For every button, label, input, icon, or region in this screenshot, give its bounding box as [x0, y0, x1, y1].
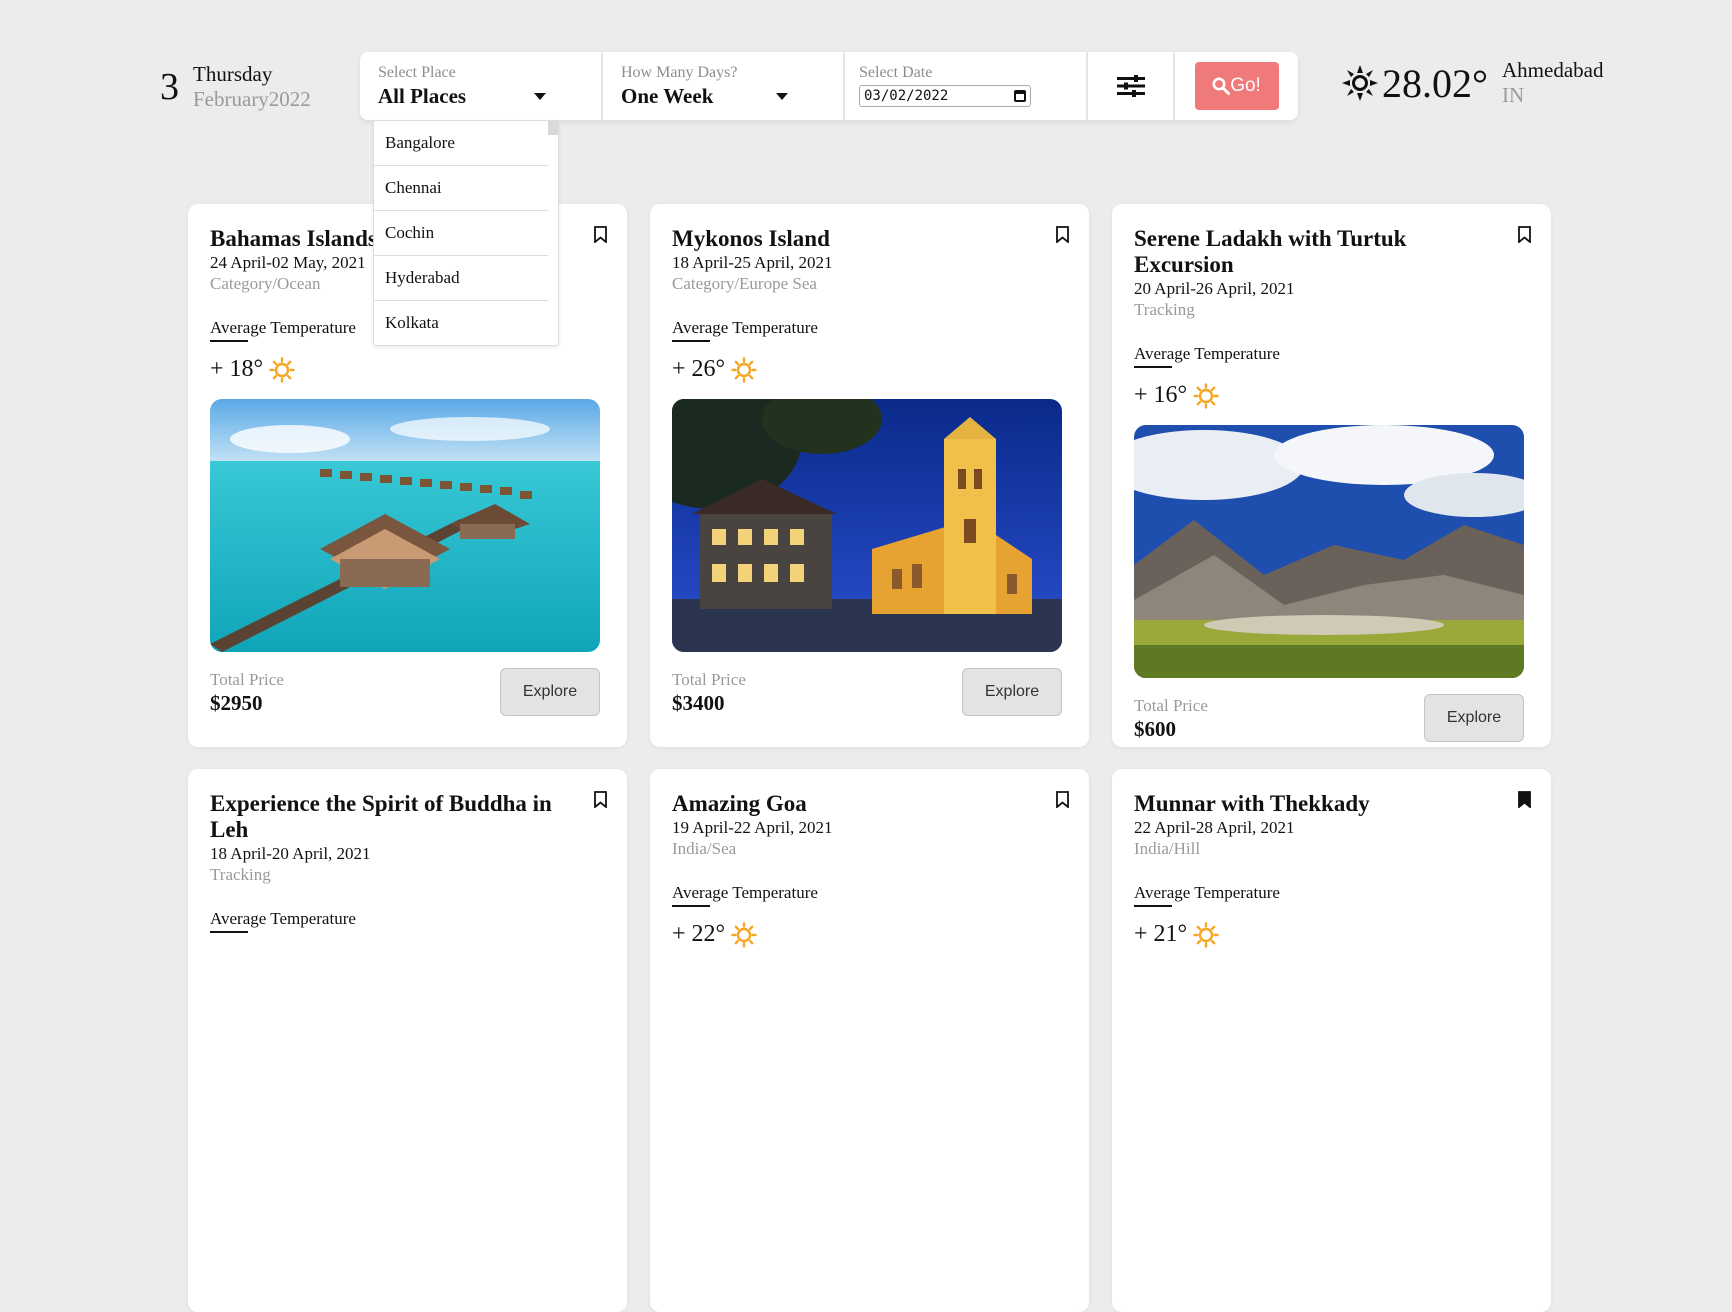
- trip-title: Serene Ladakh with Turtuk Excursion: [1134, 226, 1407, 277]
- place-select-label: Select Place: [378, 64, 456, 81]
- sun-icon: [1193, 921, 1219, 948]
- days-select[interactable]: How Many Days? One Week: [603, 52, 845, 120]
- trip-temperature: + 16°: [1134, 382, 1188, 408]
- sun-icon: [731, 921, 757, 948]
- trip-dates: 18 April-25 April, 2021: [672, 253, 833, 272]
- place-select[interactable]: Select Place All Places: [360, 52, 603, 120]
- date-input[interactable]: 03/02/2022: [859, 85, 1031, 107]
- bookmark-icon[interactable]: [1056, 791, 1069, 808]
- trip-card: Mykonos Island 18 April-25 April, 2021 C…: [650, 204, 1089, 747]
- trip-price: $3400: [672, 690, 725, 715]
- bookmark-icon[interactable]: [1056, 226, 1069, 243]
- bookmark-icon[interactable]: [1518, 226, 1531, 243]
- dropdown-option[interactable]: Kolkata: [374, 301, 548, 345]
- bookmark-icon[interactable]: [594, 791, 607, 808]
- current-date: 3 Thursday February2022: [160, 62, 311, 112]
- trip-category: Tracking: [1134, 300, 1195, 319]
- weekday: Thursday: [193, 62, 273, 86]
- avg-temp-label: Average Temperature: [672, 316, 818, 342]
- current-temperature: 28.02°: [1382, 60, 1488, 106]
- trip-photo: [672, 399, 1062, 652]
- month-year: February2022: [193, 87, 311, 111]
- trip-price: $2950: [210, 690, 263, 715]
- sliders-icon: [1116, 75, 1145, 97]
- weather-country: IN: [1502, 83, 1525, 107]
- sun-icon: [1342, 65, 1378, 101]
- date-select: Select Date 03/02/2022: [845, 52, 1088, 120]
- trip-dates: 20 April-26 April, 2021: [1134, 279, 1295, 298]
- go-button[interactable]: Go!: [1194, 62, 1279, 110]
- dropdown-option[interactable]: Chennai: [374, 166, 548, 211]
- trip-card: Experience the Spirit of Buddha in Leh 1…: [188, 769, 627, 1312]
- trip-dates: 19 April-22 April, 2021: [672, 818, 833, 837]
- trip-title: Munnar with Thekkady: [1134, 791, 1370, 816]
- trip-price: $600: [1134, 716, 1176, 741]
- search-filter-bar: Select Place All Places How Many Days? O…: [360, 52, 1298, 120]
- avg-temp-label: Average Temperature: [672, 881, 818, 907]
- place-select-value: All Places: [378, 84, 467, 108]
- sun-icon: [1193, 382, 1219, 409]
- trip-category: India/Hill: [1134, 839, 1201, 858]
- trip-card: Amazing Goa 19 April-22 April, 2021 Indi…: [650, 769, 1089, 1312]
- chevron-down-icon: [534, 93, 546, 100]
- explore-button[interactable]: Explore: [1424, 694, 1524, 742]
- trip-temperature: + 26°: [672, 356, 726, 382]
- avg-temp-label: Average Temperature: [210, 907, 356, 933]
- dropdown-option[interactable]: Hyderabad: [374, 256, 548, 301]
- chevron-down-icon: [776, 93, 788, 100]
- weather-widget: 28.02° Ahmedabad IN: [1342, 58, 1603, 108]
- bookmark-icon[interactable]: [594, 226, 607, 243]
- trip-category: Category/Europe Sea: [672, 274, 817, 293]
- trip-card: Serene Ladakh with Turtuk Excursion 20 A…: [1112, 204, 1551, 747]
- trip-dates: 22 April-28 April, 2021: [1134, 818, 1295, 837]
- trip-photo: [210, 399, 600, 652]
- trip-category: India/Sea: [672, 839, 737, 858]
- trip-category: Tracking: [210, 865, 271, 884]
- search-icon: [1212, 77, 1231, 95]
- dropdown-option[interactable]: Bangalore: [374, 121, 548, 166]
- day-number: 3: [160, 66, 179, 108]
- place-dropdown-menu: Bangalore Chennai Cochin Hyderabad Kolka…: [373, 120, 559, 346]
- avg-temp-label: Average Temperature: [210, 316, 356, 342]
- explore-button[interactable]: Explore: [962, 668, 1062, 716]
- total-price-label: Total Price: [1134, 695, 1208, 715]
- go-cell: Go!: [1175, 52, 1298, 120]
- dropdown-option[interactable]: Cochin: [374, 211, 548, 256]
- dropdown-scrollbar[interactable]: [548, 121, 558, 135]
- total-price-label: Total Price: [210, 669, 284, 689]
- total-price-label: Total Price: [672, 669, 746, 689]
- bookmark-filled-icon[interactable]: [1518, 791, 1531, 808]
- days-select-value: One Week: [621, 84, 714, 108]
- go-button-label: Go!: [1230, 75, 1261, 96]
- trip-title: Mykonos Island: [672, 226, 830, 251]
- sun-icon: [731, 356, 757, 383]
- sun-icon: [269, 356, 295, 383]
- trip-temperature: + 18°: [210, 356, 264, 382]
- days-select-label: How Many Days?: [621, 64, 738, 81]
- trip-temperature: + 21°: [1134, 921, 1188, 947]
- trip-card: Munnar with Thekkady 22 April-28 April, …: [1112, 769, 1551, 1312]
- trip-temperature: + 22°: [672, 921, 726, 947]
- trip-dates: 18 April-20 April, 2021: [210, 844, 371, 863]
- trip-photo: [1134, 425, 1524, 678]
- trip-card-grid: Bahamas Islands 24 April-02 May, 2021 Ca…: [188, 204, 1551, 1312]
- filter-settings-button[interactable]: [1088, 52, 1175, 120]
- avg-temp-label: Average Temperature: [1134, 881, 1280, 907]
- weather-city: Ahmedabad: [1502, 58, 1604, 82]
- date-input-value: 03/02/2022: [864, 88, 949, 104]
- explore-button[interactable]: Explore: [500, 668, 600, 716]
- trip-title: Amazing Goa: [672, 791, 807, 816]
- date-select-label: Select Date: [859, 64, 933, 81]
- avg-temp-label: Average Temperature: [1134, 342, 1280, 368]
- trip-title: Experience the Spirit of Buddha in Leh: [210, 791, 552, 842]
- calendar-icon[interactable]: [1014, 90, 1026, 102]
